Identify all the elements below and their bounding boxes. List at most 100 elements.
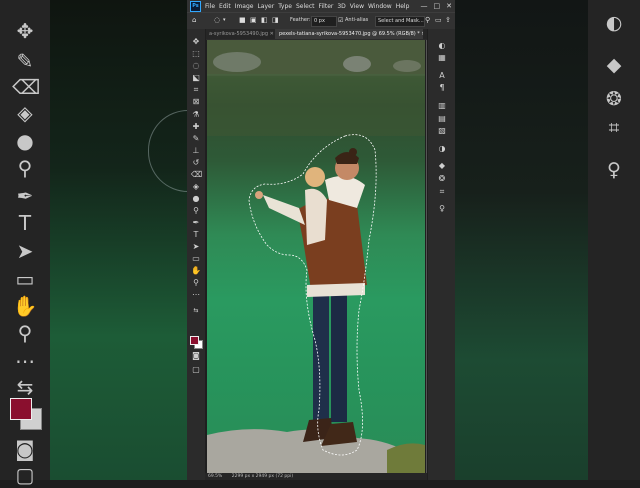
layers-icon[interactable]: ◆ (437, 161, 447, 171)
stamp-icon[interactable]: ⊥ (191, 146, 201, 156)
menu-bar: Ps File Edit Image Layer Type Select Fil… (187, 0, 455, 12)
workspace-icon[interactable]: ▭ (435, 16, 442, 25)
options-bar: ⌂ ◌ ▾ ■ ▣ ◧ ◨ Feather: 0 px ☑ Anti-alias… (187, 12, 455, 30)
menu-window[interactable]: Window (368, 3, 392, 10)
quick-mask-icon[interactable]: ◙ (191, 351, 201, 361)
dodge-icon: ⚲ (17, 156, 33, 180)
foreground-color-swatch (10, 398, 32, 420)
eyedropper-icon[interactable]: ⚗ (191, 110, 201, 120)
jacket-hem (307, 283, 365, 297)
menu-type[interactable]: Type (278, 3, 292, 10)
home-icon[interactable]: ⌂ (192, 16, 196, 25)
properties-icon[interactable]: ◑ (437, 144, 447, 154)
paths-icon[interactable]: ⌗ (437, 187, 447, 197)
menu-3d[interactable]: 3D (337, 3, 345, 10)
lasso-tool-preset-icon[interactable]: ◌ (214, 16, 220, 25)
more-icon[interactable]: ⋯ (191, 290, 201, 300)
swatches-icon[interactable]: ▦ (437, 53, 447, 63)
gradient-icon[interactable]: ◈ (191, 182, 201, 192)
man-left-leg (313, 292, 329, 422)
paint-bucket-icon: ◈ (17, 101, 33, 125)
new-selection-icon[interactable]: ■ (239, 16, 246, 25)
screen-mode-icon[interactable]: ▢ (191, 365, 201, 375)
color-icon[interactable]: ◐ (437, 41, 447, 51)
swap-colors-icon[interactable]: ⇆ (191, 306, 201, 316)
add-selection-icon[interactable]: ▣ (250, 16, 257, 25)
feather-input[interactable]: 0 px (311, 16, 337, 27)
menu-select[interactable]: Select (296, 3, 315, 10)
menu-view[interactable]: View (350, 3, 364, 10)
healing-icon[interactable]: ✚ (191, 122, 201, 132)
zoom-level[interactable]: 69.5% (208, 474, 222, 479)
tab-label: pexels-tatiana-syrikova-5953470.jpg @ 69… (279, 31, 420, 37)
blur-icon: ● (16, 129, 34, 153)
man-hand (255, 191, 263, 199)
character-icon[interactable]: A (437, 71, 447, 81)
menu-file[interactable]: File (205, 3, 215, 10)
ps-logo: Ps (190, 0, 201, 12)
tab-document-2[interactable]: pexels-tatiana-syrikova-5953470.jpg @ 69… (275, 29, 423, 39)
man-pointing-arm (263, 195, 305, 225)
intersect-selection-icon[interactable]: ◨ (272, 16, 279, 25)
man-hair-bun (349, 148, 357, 156)
crop-icon[interactable]: ⌗ (191, 85, 201, 95)
history-brush-icon[interactable]: ↺ (191, 158, 201, 168)
window-controls: — □ ✕ (421, 2, 453, 10)
search-icon[interactable]: ⚲ (425, 16, 430, 25)
antialias-label: Anti-alias (345, 17, 369, 23)
pen-icon[interactable]: ✒ (191, 218, 201, 228)
patterns-icon[interactable]: ▧ (437, 126, 447, 136)
minimize-button[interactable]: — (421, 2, 428, 10)
chevron-down-icon[interactable]: ▾ (223, 16, 226, 25)
document-canvas[interactable] (207, 40, 425, 473)
channels-icon[interactable]: ❂ (437, 174, 447, 184)
foreground-color-swatch[interactable] (190, 336, 199, 345)
learn-icon[interactable]: ♀ (437, 204, 447, 214)
gradients-icon[interactable]: ▤ (437, 114, 447, 124)
tab-close-icon[interactable]: ✕ (421, 31, 423, 37)
tab-close-icon[interactable]: ✕ (270, 31, 274, 37)
menu-edit[interactable]: Edit (219, 3, 231, 10)
rectangle-icon[interactable]: ▭ (191, 254, 201, 264)
foreground-grass (387, 443, 425, 473)
share-icon[interactable]: ⇪ (445, 16, 451, 25)
maximize-button[interactable]: □ (434, 2, 441, 10)
zoom-icon[interactable]: ⚲ (191, 278, 201, 288)
lasso-icon[interactable]: ◌ (191, 61, 201, 71)
close-button[interactable]: ✕ (446, 2, 452, 10)
blur-icon[interactable]: ● (191, 194, 201, 204)
select-and-mask-button[interactable]: Select and Mask... (375, 16, 425, 27)
panel-dock: ◐ ▦ A ¶ ▥ ▤ ▧ ◑ ◆ ❂ ⌗ ♀ (427, 29, 455, 480)
move-icon[interactable]: ✥ (191, 37, 201, 47)
object-select-icon[interactable]: ⬕ (191, 73, 201, 83)
channels-icon: ❂ (606, 88, 622, 110)
antialias-checkbox[interactable]: ☑ (338, 16, 343, 25)
tab-label: a-syrikova-5953490.jpg (209, 31, 269, 37)
color-icon: ◐ (605, 12, 623, 34)
paragraph-icon[interactable]: ¶ (437, 83, 447, 93)
rock-far-left (213, 52, 261, 72)
water-reflection (207, 76, 425, 136)
brush-icon[interactable]: ✎ (191, 134, 201, 144)
dodge-icon[interactable]: ⚲ (191, 206, 201, 216)
type-icon[interactable]: T (191, 230, 201, 240)
photoshop-window: Ps File Edit Image Layer Type Select Fil… (187, 0, 455, 480)
menu-filter[interactable]: Filter (319, 3, 334, 10)
marquee-icon[interactable]: ⬚ (191, 49, 201, 59)
path-select-icon: ➤ (16, 239, 34, 263)
frame-icon[interactable]: ⊠ (191, 97, 201, 107)
feather-label: Feather: (290, 17, 311, 23)
eraser-icon[interactable]: ⌫ (191, 170, 202, 180)
path-select-icon[interactable]: ➤ (191, 242, 201, 252)
layers-icon: ◆ (606, 54, 622, 76)
subtract-selection-icon[interactable]: ◧ (261, 16, 268, 25)
hand-icon[interactable]: ✋ (191, 266, 201, 276)
status-bar: 69.5% 2299 px x 2949 px (72 ppi) (205, 473, 455, 480)
menu-help[interactable]: Help (396, 3, 410, 10)
menu-image[interactable]: Image (235, 3, 254, 10)
tab-document-1[interactable]: a-syrikova-5953490.jpg ✕ (205, 29, 275, 39)
menu-layer[interactable]: Layer (257, 3, 274, 10)
paths-icon: ⌗ (608, 117, 620, 139)
libraries-icon[interactable]: ▥ (437, 101, 447, 111)
hand-icon: ✋ (12, 294, 38, 318)
